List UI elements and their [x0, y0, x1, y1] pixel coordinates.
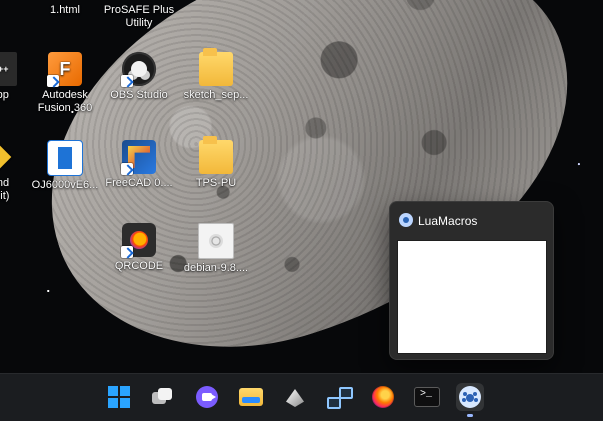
desktop-icon-label: debian-9.8.... [183, 262, 249, 274]
meet-icon [196, 386, 218, 408]
window-thumbnail[interactable] [397, 240, 547, 354]
taskbar-start-button[interactable] [105, 383, 133, 411]
desktop-icon-label: ProSAFE Plus Utility [103, 4, 175, 29]
network-icon [327, 387, 353, 409]
firefox-icon [372, 386, 394, 408]
taskbar-terminal-button[interactable] [413, 383, 441, 411]
desktop-icon-sketch-folder[interactable]: sketch_sep... [172, 48, 260, 102]
popup-title: LuaMacros [418, 214, 478, 228]
taskbar-preview-popup[interactable]: LuaMacros [389, 201, 554, 360]
app-shortcut-icon [0, 140, 17, 174]
disc-image-icon [198, 223, 234, 259]
active-window-indicator [467, 414, 473, 417]
taskbar [0, 373, 603, 421]
desktop-icon-freecad[interactable]: FreeCAD 0.... [95, 140, 183, 190]
desktop-icon-label: QRCODE [114, 260, 164, 272]
pyramid-icon [284, 386, 306, 408]
desktop-icon-label: TPS-PU [195, 177, 237, 189]
shortcut-overlay-icon [121, 246, 133, 258]
luamacros-icon [399, 213, 413, 227]
desktop-icon-prosafe[interactable]: ProSAFE Plus Utility [95, 4, 183, 30]
shortcut-overlay-icon [121, 163, 133, 175]
windows-logo-icon [108, 386, 130, 408]
desktop-icon-label: FreeCAD 0.... [105, 177, 173, 189]
taskbar-app-button[interactable] [281, 383, 309, 411]
shortcut-overlay-icon [47, 75, 59, 87]
desktop-icon-tps-pu[interactable]: TPS-PU [172, 136, 260, 190]
desktop-icon-label: sketch_sep... [183, 89, 249, 101]
taskbar-file-explorer-button[interactable] [237, 383, 265, 411]
desktop: 1.html ProSAFE Plus Utility cpp Autodesk… [0, 0, 603, 373]
cpp-file-icon [0, 52, 17, 86]
luamacros-icon [459, 386, 481, 408]
taskbar-meet-button[interactable] [193, 383, 221, 411]
taskbar-network-button[interactable] [325, 383, 353, 411]
desktop-icon-label: OBS Studio [110, 89, 168, 101]
shortcut-overlay-icon [121, 75, 133, 87]
task-view-icon [150, 388, 172, 406]
folder-icon [199, 48, 233, 86]
qrcode-icon [121, 223, 156, 258]
desktop-icon-obs[interactable]: OBS Studio [95, 52, 183, 102]
oj-file-icon [47, 140, 83, 176]
autodesk-fusion-icon [47, 52, 82, 87]
taskbar-firefox-button[interactable] [369, 383, 397, 411]
desktop-icon-debian[interactable]: debian-9.8.... [172, 223, 260, 275]
file-explorer-icon [239, 388, 263, 406]
folder-icon [199, 136, 233, 174]
taskbar-luamacros-button[interactable] [456, 383, 484, 417]
freecad-icon [121, 140, 156, 175]
taskbar-task-view-button[interactable] [147, 383, 175, 411]
desktop-icon-qrcode[interactable]: QRCODE [95, 223, 183, 273]
terminal-icon [414, 387, 440, 407]
obs-studio-icon [121, 52, 156, 87]
